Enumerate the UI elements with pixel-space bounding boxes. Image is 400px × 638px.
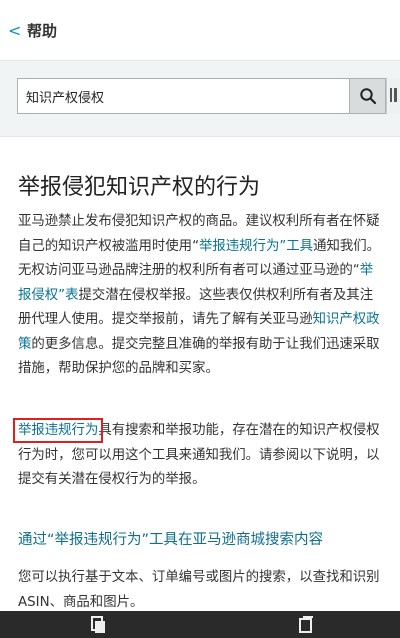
article-title: 举报侵犯知识产权的行为 — [18, 175, 261, 200]
search-icon — [360, 88, 377, 105]
search-input[interactable] — [26, 79, 336, 113]
search-section — [0, 61, 400, 137]
tool-paragraph: 举报违规行为具有搜索和举报功能，存在潜在的知识产权侵权行为时，您可以用这个工具来… — [12, 418, 382, 493]
report-violation-tool-link[interactable]: 举报违规行为”工具 — [199, 239, 313, 254]
page-icon[interactable] — [90, 616, 106, 634]
scan-icon — [390, 88, 397, 102]
scan-button[interactable] — [386, 78, 400, 114]
section-heading: 通过“举报违规行为”工具在亚马逊商城搜索内容 — [18, 532, 324, 548]
search-box — [17, 78, 350, 114]
search-button[interactable] — [349, 78, 386, 114]
report-violation-link-highlighted[interactable]: 举报违规行为 — [12, 418, 104, 443]
tabs-icon[interactable] — [298, 616, 314, 634]
intro-paragraph: 亚马逊禁止发布侵犯知识产权的商品。建议权利所有者在怀疑自己的知识产权被滥用时使用… — [18, 210, 382, 382]
search-instructions-paragraph: 您可以执行基于文本、订单编号或图片的搜索，以查找和识别 ASIN、商品和图片。 — [18, 570, 380, 610]
intro-text-4: 的更多信息。提交完整且准确的举报有助于让我们迅速采取措施，帮助保护您的品牌和买家… — [18, 336, 380, 377]
top-bar: < 帮助 — [0, 0, 400, 61]
back-chevron-icon[interactable]: < — [8, 21, 21, 41]
bottom-toolbar — [0, 611, 400, 638]
page-header-title: 帮助 — [27, 22, 58, 40]
